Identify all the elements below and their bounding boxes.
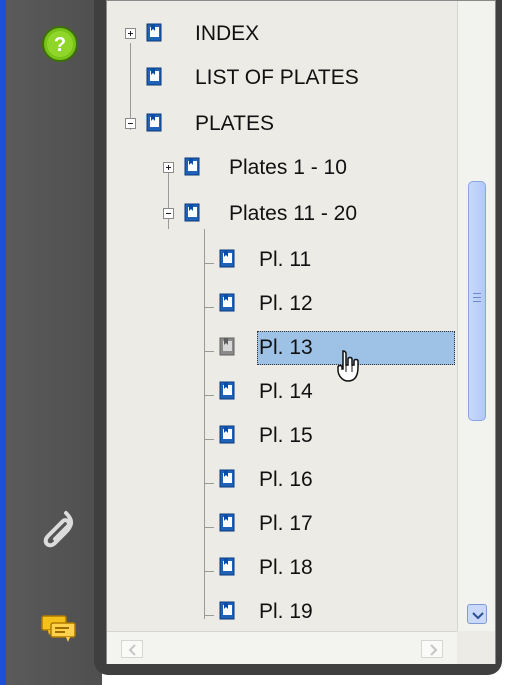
expand-icon[interactable] (125, 28, 136, 39)
bookmark-icon (184, 203, 200, 222)
tree-item-label: Pl. 14 (259, 380, 313, 403)
chevron-left-icon (128, 644, 136, 656)
bookmark-icon (146, 67, 162, 86)
tree-item-label: Pl. 19 (259, 600, 313, 623)
tree-guide-line (130, 43, 131, 130)
bookmark-icon (146, 113, 162, 132)
tree-item-label: Pl. 17 (259, 512, 313, 535)
horizontal-scrollbar[interactable] (107, 631, 457, 664)
tree-item-label: PLATES (195, 112, 274, 135)
scroll-corner (457, 631, 495, 664)
hand-pointer-icon (337, 350, 359, 382)
bookmark-icon (219, 425, 235, 444)
bookmark-icon (219, 249, 235, 268)
tree-item-label: Plates 1 - 10 (229, 156, 347, 179)
bookmark-icon (219, 557, 235, 576)
svg-text:?: ? (54, 34, 66, 56)
tree-guide-line (204, 229, 205, 619)
bookmark-icon (219, 381, 235, 400)
app-frame: ? INDEX LIST OF PLATES PLATES Plates 1 -… (0, 0, 510, 685)
bookmarks-panel: INDEX LIST OF PLATES PLATES Plates 1 - 1… (106, 0, 496, 664)
comments-icon[interactable] (38, 608, 82, 652)
tree-branch (204, 351, 214, 352)
attachment-icon[interactable] (38, 505, 82, 549)
tree-item-label: Pl. 16 (259, 468, 313, 491)
expand-icon[interactable] (163, 162, 174, 173)
help-icon[interactable]: ? (38, 22, 82, 66)
tree-branch (204, 307, 214, 308)
tree-branch (204, 439, 214, 440)
left-tool-rail: ? (6, 0, 102, 685)
tree-item-label: Pl. 15 (259, 424, 313, 447)
tree-branch (204, 615, 214, 616)
bookmark-icon (219, 513, 235, 532)
bookmark-icon (219, 601, 235, 620)
scroll-left-button[interactable] (121, 640, 143, 658)
bookmark-grey-icon (219, 337, 235, 356)
tree-branch (204, 483, 214, 484)
tree-branch (204, 571, 214, 572)
bookmark-icon (219, 469, 235, 488)
tree-item-label: INDEX (195, 22, 260, 45)
chevron-right-icon (430, 644, 438, 656)
chevron-down-icon (472, 612, 484, 620)
tree-guide-line (168, 171, 169, 229)
grip-icon (473, 293, 481, 302)
collapse-icon[interactable] (125, 118, 136, 129)
scroll-down-button[interactable] (467, 604, 487, 624)
tree-item-label: LIST OF PLATES (195, 66, 359, 89)
bookmarks-tree: INDEX LIST OF PLATES PLATES Plates 1 - 1… (107, 1, 457, 631)
tree-item-label: Pl. 11 (259, 248, 312, 271)
tree-branch (204, 527, 214, 528)
vertical-scrollbar[interactable] (457, 1, 495, 631)
scrollbar-thumb[interactable] (468, 181, 486, 421)
bookmark-icon (184, 157, 200, 176)
tree-branch (204, 395, 214, 396)
tree-item-label: Plates 11 - 20 (229, 202, 358, 225)
bookmark-icon (146, 23, 162, 42)
tree-branch (204, 263, 214, 264)
tree-item-label: Pl. 18 (259, 556, 313, 579)
tree-item-label: Pl. 13 (259, 336, 313, 359)
tree-item-label: Pl. 12 (259, 292, 313, 315)
bookmark-icon (219, 293, 235, 312)
scroll-right-button[interactable] (421, 640, 443, 658)
collapse-icon[interactable] (163, 208, 174, 219)
